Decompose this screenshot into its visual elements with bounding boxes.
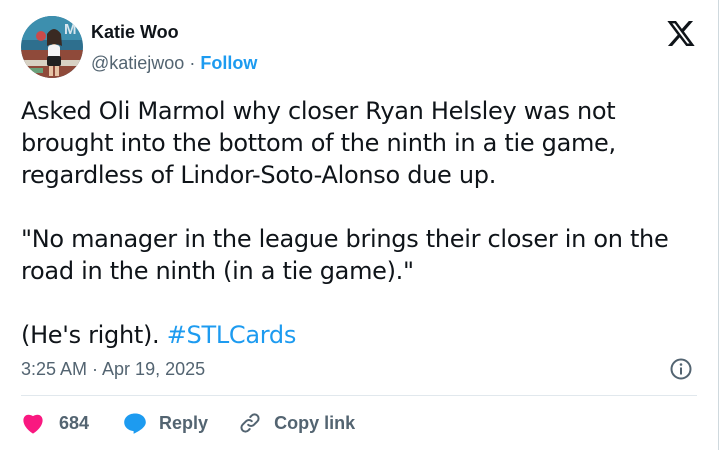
x-logo-icon[interactable] [667, 21, 695, 46]
tweet-body: Asked Oli Marmol why closer Ryan Helsley… [21, 95, 701, 351]
author-name[interactable]: Katie Woo [91, 22, 179, 43]
like-button[interactable]: 684 [21, 412, 89, 434]
svg-text:M: M [64, 21, 77, 38]
follow-button[interactable]: Follow [200, 53, 257, 73]
speech-bubble-icon [124, 413, 146, 434]
author-avatar[interactable]: M [21, 16, 83, 78]
tweet-paragraph-text: (He's right). [21, 321, 160, 349]
reply-button[interactable]: Reply [123, 412, 208, 434]
copy-link-button[interactable]: Copy link [238, 411, 355, 435]
tweet-timestamp[interactable]: 3:25 AM · Apr 19, 2025 [21, 359, 205, 380]
meta-separator: · [189, 53, 196, 73]
tweet-paragraph: "No manager in the league brings their c… [21, 225, 669, 285]
reply-label: Reply [159, 412, 209, 433]
avatar-photo: M [21, 16, 83, 78]
author-handle[interactable]: @katiejwoo [91, 53, 184, 73]
author-meta: @katiejwoo · Follow [91, 53, 257, 74]
like-count: 684 [59, 412, 90, 433]
hashtag-link[interactable]: #STLCards [167, 321, 297, 349]
tweet-card: M Katie Woo @katiejwoo · Follow Asked Ol… [0, 0, 719, 450]
tweet-paragraph: Asked Oli Marmol why closer Ryan Helsley… [21, 97, 616, 189]
action-divider [21, 395, 697, 396]
copy-link-label: Copy link [274, 412, 356, 433]
link-icon [240, 413, 260, 433]
tweet-actions: 684 Reply Copy link [21, 406, 355, 440]
tweet-paragraph: (He's right). #STLCards [21, 319, 701, 351]
info-icon[interactable] [669, 357, 693, 381]
heart-icon [23, 414, 43, 434]
